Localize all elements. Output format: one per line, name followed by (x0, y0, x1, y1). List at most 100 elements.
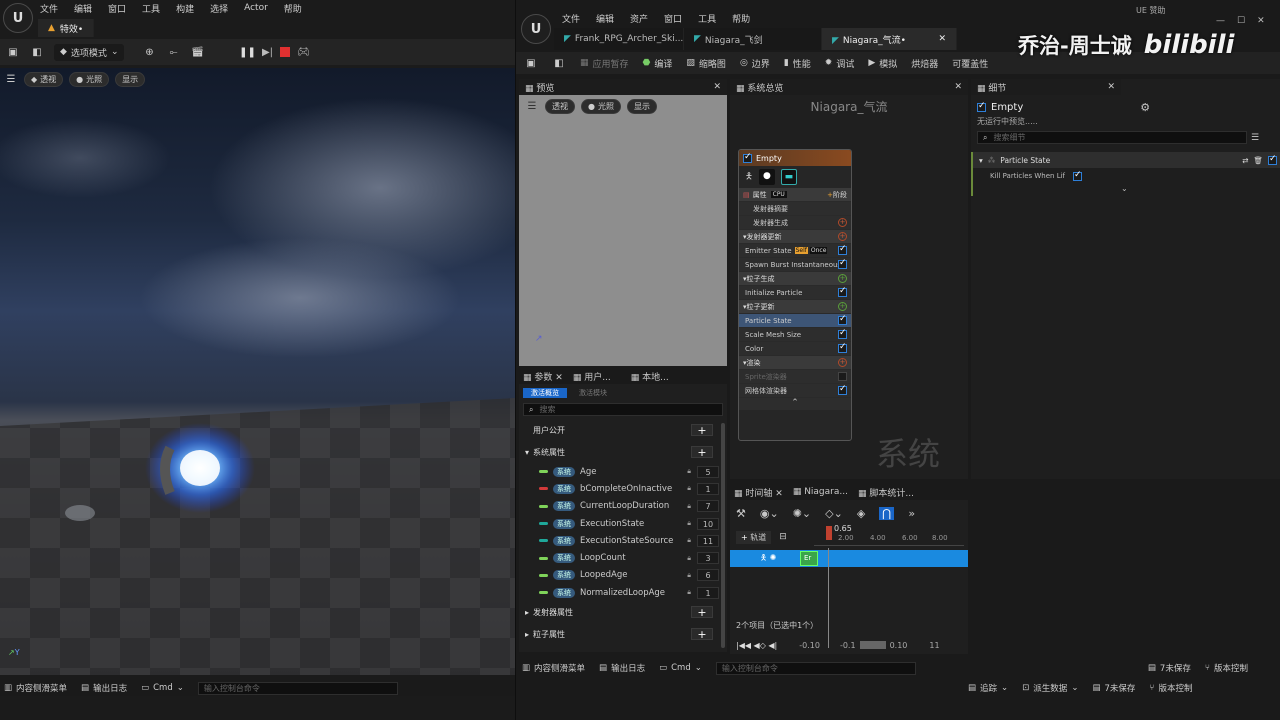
save-icon[interactable]: ▣ (524, 56, 538, 70)
asset-tab[interactable]: ◤ Frank_RPG_Archer_Ski... (554, 28, 684, 50)
output-log-button[interactable]: ▤ 输出日志 (81, 682, 127, 694)
stack-row[interactable]: Scale Mesh Size (739, 328, 851, 342)
debug-button[interactable]: ✹ 调试 (825, 57, 855, 70)
module-enabled-checkbox[interactable] (838, 342, 847, 353)
niagara-log-tab[interactable]: ▦ Niagara... (793, 487, 848, 497)
stack-row[interactable]: Spawn Burst Instantaneous (739, 258, 851, 272)
param-row[interactable]: 系统 CurrentLoopDuration 🔒︎ 7 (539, 498, 727, 515)
gear-icon[interactable]: ⚙ (1140, 101, 1150, 114)
particle-attrs-section[interactable]: ▸ 粒子属性 + (519, 623, 727, 645)
simulate-button[interactable]: ▶ 模拟 (868, 57, 897, 70)
sparkle-icon[interactable]: ✺⌄ (793, 507, 811, 520)
possess-icon[interactable]: 🎮︎ (296, 45, 310, 59)
close-icon[interactable]: ✕ (555, 373, 563, 383)
menu-item[interactable]: 编辑 (588, 12, 622, 25)
time-ruler[interactable]: 2.00 4.00 6.00 8.00 (814, 532, 964, 546)
expand-more-icon[interactable]: ⌄ (971, 184, 1280, 196)
add-module-icon[interactable]: + (838, 358, 847, 367)
add-module-icon[interactable]: + (838, 274, 847, 283)
lit-button[interactable]: ● 光照 (69, 72, 110, 87)
add-particle-param-button[interactable]: + (691, 628, 713, 641)
menu-item[interactable]: 工具 (134, 2, 168, 15)
emitter-enabled-checkbox[interactable] (743, 152, 752, 163)
browse-icon[interactable]: ◧ (552, 56, 566, 70)
param-row[interactable]: 系统 Age 🔒︎ 5 (539, 463, 727, 480)
asset-tab[interactable]: ◤ Niagara_飞剑 (684, 28, 822, 50)
user-tab[interactable]: ▦ 用户... (573, 370, 611, 383)
params-tab[interactable]: ▦ 参数 ✕ (523, 370, 563, 383)
menu-item[interactable]: 窗口 (656, 12, 690, 25)
filter-icon[interactable]: ☰ (1251, 133, 1259, 143)
transport-controls[interactable]: |◀◀ ◀◇ ◀| (736, 641, 777, 650)
active-overview-tab[interactable]: 激活概览 (523, 388, 567, 398)
add-stage-button[interactable]: +阶段 (827, 190, 847, 200)
apply-button[interactable]: ▦ 应用暂存 (580, 57, 629, 70)
add-user-param-button[interactable]: + (691, 424, 713, 436)
param-row[interactable]: 系统 ExecutionStateSource 🔒︎ 11 (539, 532, 727, 549)
unsaved-button[interactable]: ▤ 7未保存 (1148, 662, 1191, 674)
menu-item[interactable]: 编辑 (66, 2, 100, 15)
compile-button[interactable]: ⬣ 编译 (643, 57, 673, 70)
menu-item[interactable]: 帮助 (724, 12, 758, 25)
script-stats-tab[interactable]: ▦ 脚本统计... (858, 486, 914, 499)
wrench-icon[interactable]: ⚒ (736, 507, 746, 520)
level-viewport[interactable]: ☰ ◆ 透视 ● 光照 显示 ↗Y (0, 68, 515, 675)
trash-icon[interactable]: 🗑︎ (1253, 156, 1263, 165)
scalability-button[interactable]: 可覆盖性 (952, 57, 988, 70)
param-row[interactable]: 系统 LoopedAge 🔒︎ 6 (539, 567, 727, 584)
shuffle-icon[interactable]: ⇄ (1242, 156, 1248, 165)
param-row[interactable]: 系统 LoopCount 🔒︎ 3 (539, 549, 727, 566)
stack-row[interactable]: Sprite渲染器 (739, 370, 851, 384)
unreal-logo[interactable]: U (521, 14, 551, 44)
params-scrollbar[interactable] (721, 423, 725, 648)
blueprint-icon[interactable]: ⟜ (166, 45, 180, 59)
stack-row[interactable]: ▾ 粒子更新 + (739, 300, 851, 314)
close-icon[interactable]: ✕ (1107, 82, 1115, 92)
unreal-logo[interactable]: U (3, 3, 33, 33)
add-track-button[interactable]: + 轨道 (736, 530, 772, 544)
menu-item[interactable]: 帮助 (276, 2, 310, 15)
console-input[interactable]: 输入控制台命令 (197, 681, 398, 695)
content-icon[interactable]: ◧ (30, 45, 44, 59)
menu-item[interactable]: 工具 (690, 12, 724, 25)
show-button[interactable]: 显示 (115, 72, 146, 87)
add-system-param-button[interactable]: + (691, 446, 713, 458)
bounds-button[interactable]: ◎ 边界 (740, 57, 770, 70)
trace-button[interactable]: ▤ 追踪 ⌄ (968, 682, 1008, 694)
source-control-button[interactable]: ⑂ 版本控制 (1205, 662, 1248, 674)
module-enabled-checkbox[interactable] (838, 314, 847, 325)
menu-item[interactable]: Actor (236, 3, 276, 13)
menu-item[interactable]: 资产 (622, 12, 656, 25)
module-enabled-checkbox[interactable] (838, 328, 847, 339)
close-icon[interactable]: ✕ (954, 82, 962, 92)
stack-row[interactable]: ▾ 粒子生成 + (739, 272, 851, 286)
asset-tab-active[interactable]: ◤ Niagara_气流• ✕ (822, 28, 957, 50)
menu-item[interactable]: 选择 (202, 2, 236, 15)
system-attrs-section[interactable]: ▾ 系统属性 + (519, 441, 727, 463)
emitter-header[interactable]: Empty (739, 150, 851, 166)
section-enabled-checkbox[interactable] (1268, 154, 1277, 165)
user-public-section[interactable]: 用户公开 + (519, 419, 727, 441)
performance-button[interactable]: ▮ 性能 (784, 57, 811, 70)
module-enabled-checkbox[interactable] (838, 258, 847, 269)
add-module-icon[interactable]: + (838, 232, 847, 241)
details-section-header[interactable]: ▾ ⁂ Particle State ⇄ 🗑︎ (971, 152, 1280, 168)
param-row[interactable]: 系统 bCompleteOnInactive 🔒︎ 1 (539, 480, 727, 497)
stack-row[interactable]: ▾ 渲染 + (739, 356, 851, 370)
add-actor-icon[interactable]: ⊕ (142, 45, 156, 59)
content-drawer-button[interactable]: ▥ 内容侧滑菜单 (522, 662, 585, 674)
key-icon[interactable]: ◈ (857, 507, 865, 520)
add-module-icon[interactable]: + (838, 302, 847, 311)
emitter-attrs-section[interactable]: ▸ 发射器属性 + (519, 601, 727, 623)
more-icon[interactable]: » (908, 507, 915, 520)
close-icon[interactable]: ✕ (713, 82, 721, 92)
stack-row[interactable]: Particle State (739, 314, 851, 328)
baker-button[interactable]: 烘焙器 (911, 57, 938, 70)
source-control-button[interactable]: ⑂ 版本控制 (1149, 682, 1192, 694)
filter-icon[interactable]: ⊟ (779, 532, 787, 542)
perspective-button[interactable]: ◆ 透视 (24, 72, 64, 87)
local-tab[interactable]: ▦ 本地... (631, 370, 669, 383)
stack-row[interactable]: 发射器生成 + (739, 216, 851, 230)
hamburger-icon[interactable]: ☰ (525, 100, 539, 114)
save-icon[interactable]: ▣ (6, 45, 20, 59)
